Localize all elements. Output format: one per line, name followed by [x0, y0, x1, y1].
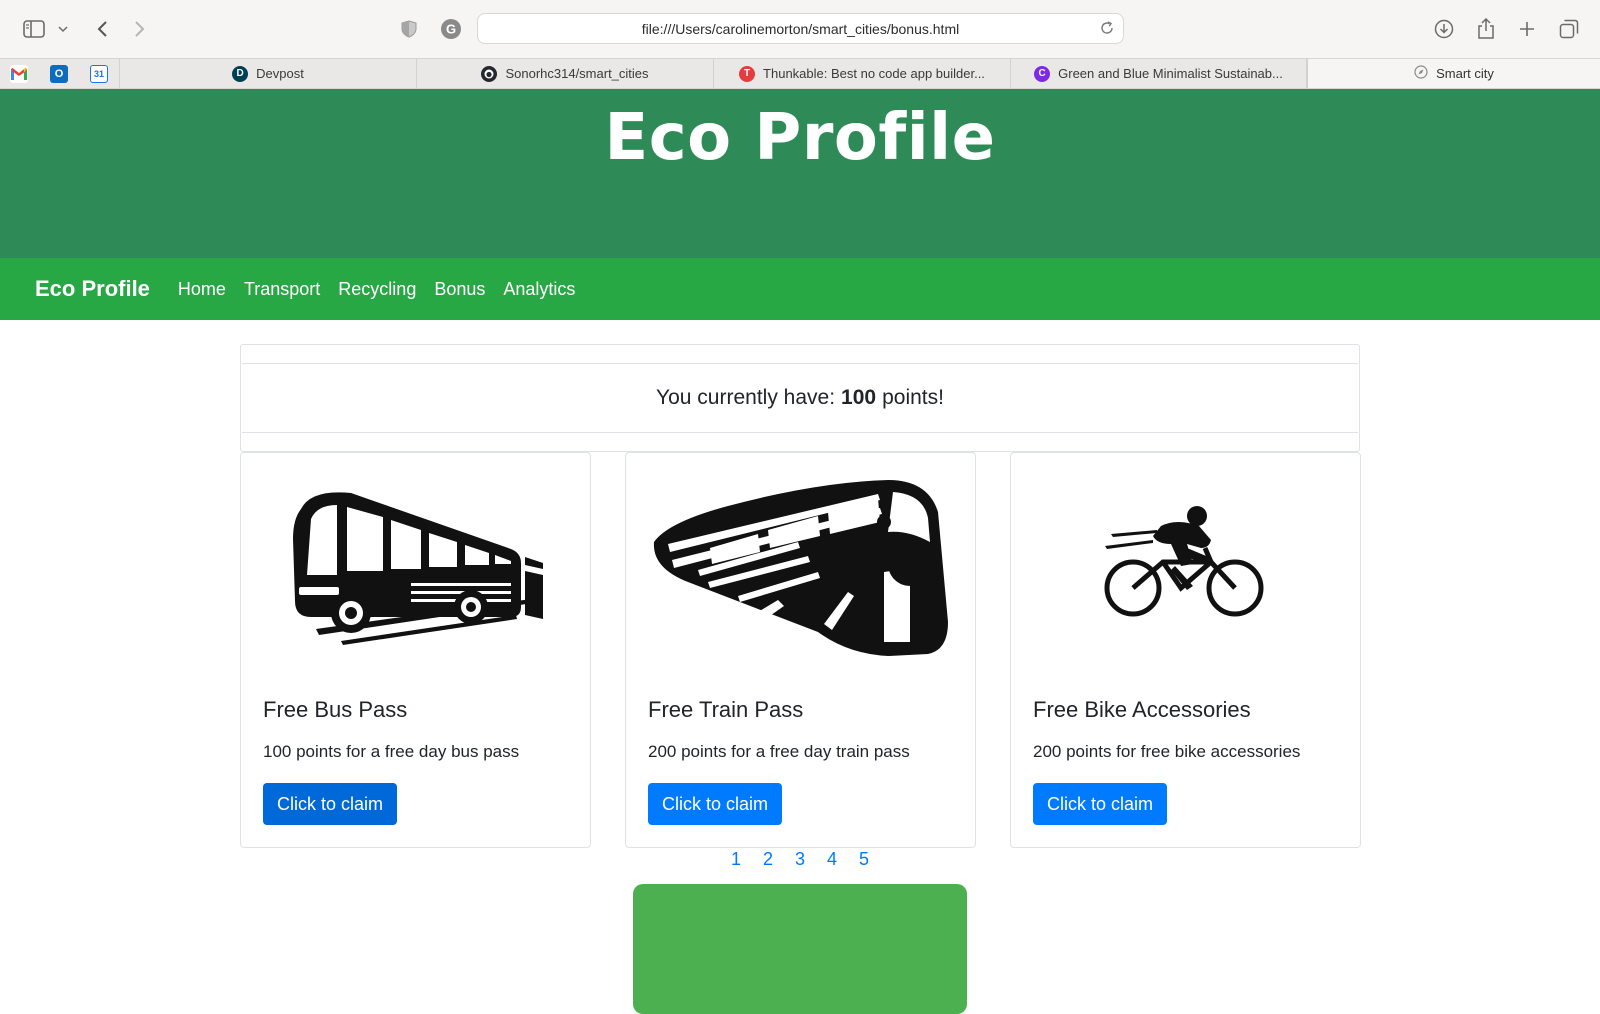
claim-bike-accessories-button[interactable]: Click to claim [1033, 783, 1168, 825]
chevron-down-icon[interactable] [56, 14, 70, 44]
url-text: file:///Users/carolinemorton/smart_citie… [641, 20, 960, 37]
train-icon [646, 469, 955, 659]
privacy-shield-icon[interactable] [398, 14, 420, 44]
tab-canva[interactable]: C Green and Blue Minimalist Sustainab... [1010, 59, 1307, 88]
devpost-icon: D [232, 65, 249, 82]
tab-smart-city[interactable]: Smart city [1307, 59, 1600, 88]
nav-link-analytics[interactable]: Analytics [503, 279, 575, 300]
page-link-2[interactable]: 2 [752, 849, 784, 870]
navbar-brand[interactable]: Eco Profile [35, 276, 150, 302]
nav-link-recycling[interactable]: Recycling [338, 279, 416, 300]
points-summary: You currently have: 100 points! [242, 363, 1358, 433]
nav-link-home[interactable]: Home [178, 279, 226, 300]
grammarly-icon[interactable]: G [439, 14, 463, 44]
tab-thunkable[interactable]: T Thunkable: Best no code app builder... [713, 59, 1010, 88]
page-link-5[interactable]: 5 [848, 849, 880, 870]
outlook-icon[interactable]: O [50, 65, 68, 83]
sidebar-toggle-icon[interactable] [22, 14, 46, 44]
tab-label: Smart city [1436, 66, 1494, 81]
new-tab-icon[interactable] [1516, 14, 1538, 44]
card-text: 100 points for a free day bus pass [263, 742, 520, 761]
github-icon [481, 65, 498, 82]
tab-devpost[interactable]: D Devpost [119, 59, 416, 88]
page-title: Eco Profile [604, 101, 996, 175]
page-link-4[interactable]: 4 [816, 849, 848, 870]
navbar: Eco Profile Home Transport Recycling Bon… [0, 258, 1600, 320]
tab-label: Green and Blue Minimalist Sustainab... [1058, 66, 1283, 81]
card-text: 200 points for a free day train pass [648, 742, 910, 761]
page-link-1[interactable]: 1 [720, 849, 752, 870]
bus-icon [261, 469, 570, 659]
reload-icon[interactable] [1099, 20, 1115, 39]
svg-text:G: G [446, 22, 456, 37]
tab-label: Devpost [256, 66, 304, 81]
nav-link-bonus[interactable]: Bonus [434, 279, 485, 300]
browser-toolbar: G file:///Users/carolinemorton/smart_cit… [0, 0, 1600, 58]
reward-card-train: Free Train Pass 200 points for a free da… [625, 452, 976, 848]
bicycle-icon [1031, 469, 1340, 659]
thunkable-icon: T [739, 65, 756, 82]
compass-icon [1414, 65, 1428, 82]
points-suffix: points! [882, 386, 944, 409]
tab-github[interactable]: Sonorhc314/smart_cities [416, 59, 713, 88]
download-icon[interactable] [1432, 14, 1456, 44]
claim-bus-pass-button[interactable]: Click to claim [263, 783, 398, 825]
calendar-icon[interactable]: 31 [90, 65, 108, 83]
gmail-icon[interactable] [10, 65, 28, 83]
card-title: Free Bus Pass [263, 697, 408, 722]
pagination: 1 2 3 4 5 [0, 849, 1600, 870]
points-panel: You currently have: 100 points! [240, 344, 1360, 452]
card-title: Free Train Pass [648, 697, 804, 722]
tab-label: Sonorhc314/smart_cities [505, 66, 649, 81]
reward-card-bike: Free Bike Accessories 200 points for fre… [1010, 452, 1361, 848]
hero-banner: Eco Profile [0, 89, 1600, 258]
address-bar[interactable]: file:///Users/carolinemorton/smart_citie… [477, 13, 1124, 44]
page-link-3[interactable]: 3 [784, 849, 816, 870]
forward-icon[interactable] [130, 14, 150, 44]
share-icon[interactable] [1474, 14, 1498, 44]
tab-label: Thunkable: Best no code app builder... [763, 66, 985, 81]
points-prefix: You currently have: [656, 386, 836, 409]
claim-train-pass-button[interactable]: Click to claim [648, 783, 783, 825]
card-text: 200 points for free bike accessories [1033, 742, 1301, 761]
back-icon[interactable] [92, 14, 112, 44]
green-panel [633, 884, 967, 1014]
reward-card-bus: Free Bus Pass 100 points for a free day … [240, 452, 591, 848]
tab-strip: O 31 D Devpost Sonorhc314/smart_cities T… [0, 58, 1600, 89]
canva-icon: C [1034, 65, 1051, 82]
nav-link-transport[interactable]: Transport [244, 279, 320, 300]
points-value: 100 [841, 386, 877, 409]
tab-overview-icon[interactable] [1557, 14, 1581, 44]
card-title: Free Bike Accessories [1033, 697, 1251, 722]
